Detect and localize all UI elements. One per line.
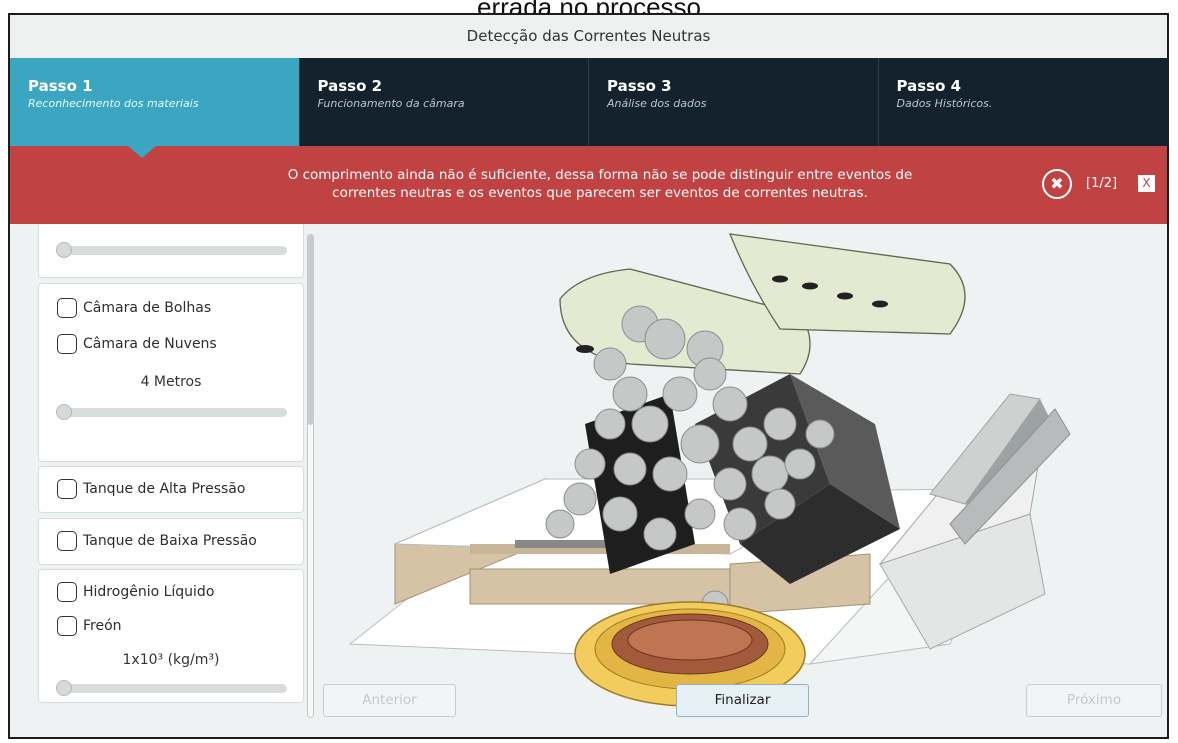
density-slider[interactable] (56, 680, 287, 696)
option-label: Tanque de Alta Pressão (83, 481, 246, 497)
next-button[interactable]: Próximo (1026, 684, 1162, 717)
option-label: Câmara de Bolhas (83, 300, 212, 316)
materials-panel: Câmara de Bolhas Câmara de Nuvens 4 Metr… (38, 224, 320, 720)
tab-step-3[interactable]: Passo 3 Análise dos dados (588, 58, 878, 146)
slider-knob[interactable] (56, 404, 72, 420)
checkbox[interactable] (57, 616, 77, 636)
tab-step-3-number: Passo 3 (607, 77, 672, 95)
alert-message-line-2: correntes neutras e os eventos que parec… (332, 185, 868, 201)
tab-step-1-subtitle: Reconhecimento dos materiais (28, 97, 199, 110)
alert-message-line-1: O comprimento ainda não é suficiente, de… (287, 167, 913, 183)
checkbox[interactable] (57, 582, 77, 602)
card-top-slider (38, 224, 304, 278)
option-tanque-alta-pressao[interactable]: Tanque de Alta Pressão (57, 479, 245, 499)
option-label: Câmara de Nuvens (83, 336, 217, 352)
checkbox[interactable] (57, 479, 77, 499)
alert-counter: [1/2] (1086, 176, 1118, 191)
previous-button[interactable]: Anterior (323, 684, 456, 717)
tab-step-1[interactable]: Passo 1 Reconhecimento dos materiais (10, 58, 299, 158)
alert-message: O comprimento ainda não é suficiente, de… (190, 166, 1010, 202)
slider-knob[interactable] (56, 242, 72, 258)
tab-step-2-number: Passo 2 (317, 77, 383, 95)
card-chamber: Câmara de Bolhas Câmara de Nuvens 4 Metr… (38, 283, 304, 462)
simulation-window: Detecção das Correntes Neutras Passo 1 R… (8, 13, 1169, 739)
finish-button[interactable]: Finalizar (676, 684, 809, 717)
density-value: 1x10³ (kg/m³) (122, 652, 220, 668)
tab-step-2[interactable]: Passo 2 Funcionamento da câmara (298, 58, 589, 146)
card-high-pressure: Tanque de Alta Pressão (38, 466, 304, 513)
tab-step-2-subtitle: Funcionamento da câmara (317, 97, 465, 110)
slider-knob[interactable] (56, 680, 72, 696)
chamber-length-value: 4 Metros (140, 374, 202, 390)
app-title: Detecção das Correntes Neutras (10, 15, 1167, 58)
step-tabs: Passo 1 Reconhecimento dos materiais Pas… (10, 58, 1168, 158)
detector-scene-illustration (348, 233, 1071, 707)
option-camara-de-bolhas[interactable]: Câmara de Bolhas (57, 298, 211, 318)
top-slider[interactable] (56, 242, 287, 258)
option-tanque-baixa-pressao[interactable]: Tanque de Baixa Pressão (57, 531, 257, 551)
dismiss-button[interactable]: X (1138, 175, 1155, 192)
chamber-length-slider[interactable] (56, 404, 287, 420)
option-hidrogenio-liquido[interactable]: Hidrogênio Líquido (57, 582, 214, 602)
tab-step-1-number: Passo 1 (28, 77, 93, 95)
checkbox[interactable] (57, 334, 77, 354)
option-label: Tanque de Baixa Pressão (83, 533, 257, 549)
tab-step-4-number: Passo 4 (896, 77, 962, 95)
tab-step-4[interactable]: Passo 4 Dados Históricos. (877, 58, 1168, 146)
tab-step-3-subtitle: Análise dos dados (607, 97, 707, 110)
error-alert: O comprimento ainda não é suficiente, de… (10, 146, 1167, 224)
option-label: Freón (83, 618, 122, 634)
card-low-pressure: Tanque de Baixa Pressão (38, 518, 304, 565)
close-circle-icon[interactable]: ✖ (1042, 169, 1072, 199)
card-liquid: Hidrogênio Líquido Freón 1x10³ (kg/m³) (38, 569, 304, 703)
tab-step-4-subtitle: Dados Históricos. (896, 97, 993, 110)
checkbox[interactable] (57, 298, 77, 318)
option-label: Hidrogênio Líquido (83, 584, 215, 600)
checkbox[interactable] (57, 531, 77, 551)
option-camara-de-nuvens[interactable]: Câmara de Nuvens (57, 334, 217, 354)
option-freon[interactable]: Freón (57, 616, 122, 636)
